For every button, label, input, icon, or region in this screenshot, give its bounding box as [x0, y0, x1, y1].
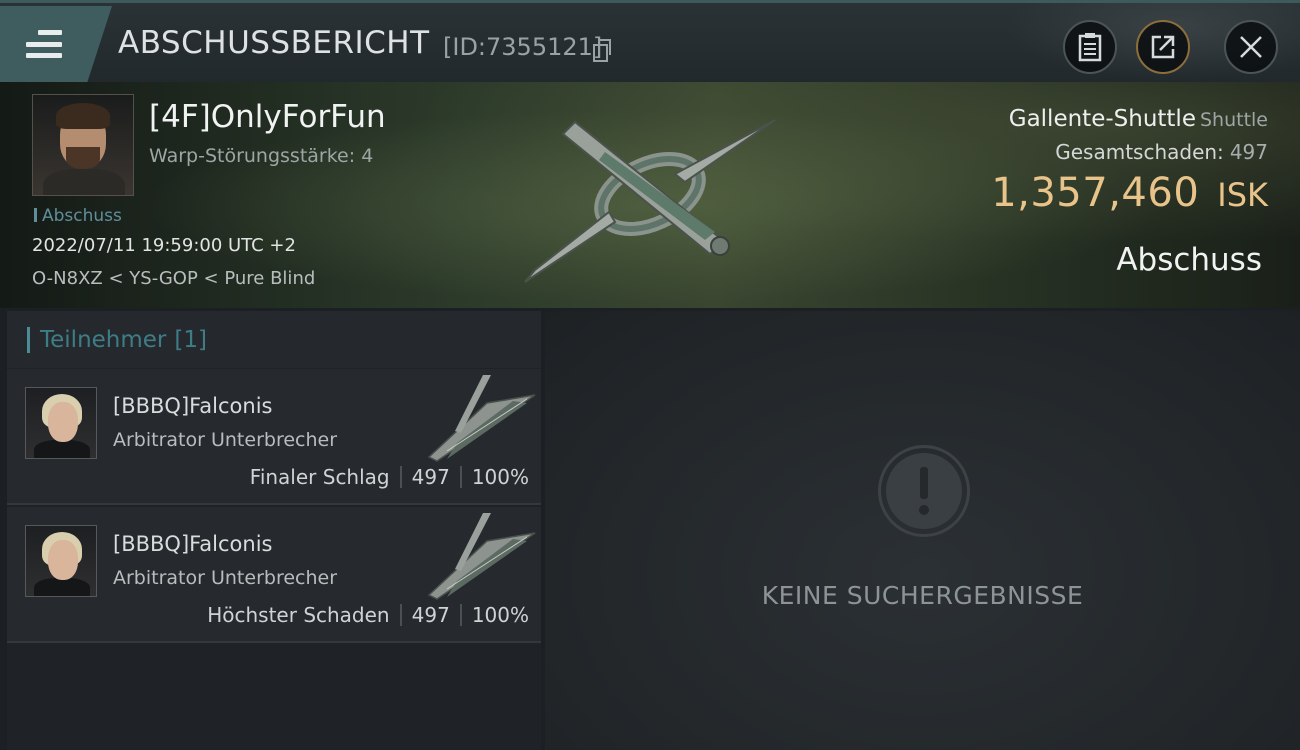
kill-tag: Abschuss	[34, 206, 122, 226]
victim-ship-image[interactable]	[515, 112, 790, 287]
participant-ship-image[interactable]	[417, 373, 539, 465]
victim-portrait[interactable]	[32, 94, 134, 196]
divider	[399, 466, 402, 488]
participant-role: Finaler Schlag	[249, 465, 390, 489]
copy-icon[interactable]	[593, 39, 611, 62]
participant-name: [BBBQ]Falconis	[113, 532, 273, 556]
report-id: [ID:7355121]	[443, 33, 603, 61]
victim-ship-class: Shuttle	[1199, 109, 1268, 131]
results-panel: KEINE SUCHERGEBNISSE	[545, 311, 1300, 750]
total-damage: Gesamtschaden: 497	[1055, 140, 1268, 164]
isk-unit: ISK	[1217, 176, 1268, 214]
participant-role: Höchster Schaden	[207, 603, 390, 627]
participant-avatar[interactable]	[25, 387, 97, 459]
page-title: ABSCHUSSBERICHT	[118, 25, 430, 61]
participant-row[interactable]: [BBBQ]Falconis Arbitrator Unterbrecher F…	[7, 369, 541, 505]
participants-panel: Teilnehmer [1] [BBBQ]Falconis Arbitrator…	[7, 311, 541, 750]
victim-ship-name[interactable]: Gallente-Shuttle	[1009, 106, 1196, 132]
kill-datetime: 2022/07/11 19:59:00 UTC +2	[32, 235, 296, 256]
divider	[459, 604, 462, 626]
isk-value-line: 1,357,460 ISK	[991, 170, 1268, 216]
menu-button[interactable]	[0, 6, 112, 82]
share-icon	[1151, 35, 1175, 59]
close-button[interactable]	[1224, 20, 1278, 74]
participant-percent: 100%	[471, 465, 529, 489]
total-damage-value: 497	[1229, 140, 1268, 164]
divider	[399, 604, 402, 626]
participant-damage: 497	[411, 603, 450, 627]
isk-value: 1,357,460	[991, 170, 1200, 216]
participant-row[interactable]: [BBBQ]Falconis Arbitrator Unterbrecher H…	[7, 507, 541, 643]
victim-ship-line: Gallente-Shuttle Shuttle	[1009, 106, 1268, 132]
total-damage-label: Gesamtschaden:	[1055, 140, 1224, 164]
exclamation-icon	[878, 445, 970, 537]
participants-header[interactable]: Teilnehmer [1]	[7, 311, 541, 368]
participants-count: [1]	[174, 326, 207, 353]
kill-location[interactable]: O-N8XZ < YS-GOP < Pure Blind	[32, 268, 315, 289]
menu-icon	[26, 30, 62, 58]
participants-label: Teilnehmer	[40, 326, 167, 353]
participant-name: [BBBQ]Falconis	[113, 394, 273, 418]
clipboard-icon	[1078, 33, 1102, 62]
divider	[459, 466, 462, 488]
participant-damage: 497	[411, 465, 450, 489]
participant-percent: 100%	[471, 603, 529, 627]
header-bar: ABSCHUSSBERICHT [ID:7355121]	[0, 0, 1300, 85]
participant-avatar[interactable]	[25, 525, 97, 597]
participant-ship: Arbitrator Unterbrecher	[113, 429, 338, 451]
participant-stats: Finaler Schlag 497 100%	[250, 465, 529, 489]
victim-banner: [4F]OnlyForFun Warp-Störungsstärke: 4 Ab…	[0, 82, 1300, 308]
participant-stats: Höchster Schaden 497 100%	[207, 603, 529, 627]
kill-result: Abschuss	[1116, 242, 1262, 278]
empty-results-message: KEINE SUCHERGEBNISSE	[761, 581, 1084, 610]
warp-disruption-strength: Warp-Störungsstärke: 4	[149, 145, 374, 167]
participant-ship: Arbitrator Unterbrecher	[113, 567, 338, 589]
victim-name[interactable]: [4F]OnlyForFun	[149, 99, 386, 135]
close-icon	[1240, 36, 1262, 58]
share-button[interactable]	[1136, 20, 1190, 74]
participant-ship-image[interactable]	[417, 511, 539, 603]
clipboard-button[interactable]	[1063, 20, 1117, 74]
